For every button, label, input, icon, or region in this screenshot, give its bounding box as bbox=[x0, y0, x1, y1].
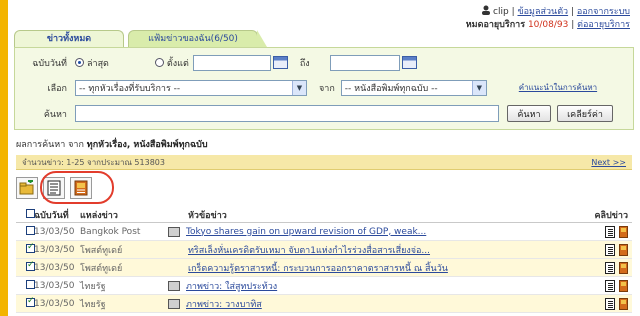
expire-date: 10/08/93 bbox=[527, 20, 569, 30]
user-area: clip | ข้อมูลส่วนตัว | ออกจากระบบ หมดอาย… bbox=[465, 5, 630, 30]
photo-icon bbox=[168, 298, 180, 309]
row-date: 13/03/50 bbox=[34, 262, 75, 273]
from-label: จาก bbox=[319, 83, 335, 94]
folder-add-icon bbox=[19, 180, 34, 195]
news-clip-icon[interactable] bbox=[619, 261, 628, 274]
row-date: 13/03/50 bbox=[34, 280, 75, 291]
photo-icon bbox=[168, 226, 180, 237]
renew-link[interactable]: ต่ออายุบริการ bbox=[577, 20, 630, 30]
since-label: ตั้งแต่ bbox=[166, 58, 189, 69]
latest-radio[interactable] bbox=[75, 58, 84, 67]
chevron-down-icon: ▼ bbox=[292, 80, 306, 95]
table-row: 13/03/50ไทยรัฐภาพข่าว: วางบาทิส bbox=[16, 295, 632, 313]
search-button[interactable]: ค้นหา bbox=[507, 105, 551, 122]
keyword-input[interactable] bbox=[75, 105, 499, 122]
document-icon[interactable] bbox=[605, 243, 615, 256]
document-icon[interactable] bbox=[605, 261, 615, 274]
table-header: ฉบับวันที่ แหล่งข่าว หัวข้อข่าว คลิปข่าว bbox=[16, 207, 632, 223]
latest-label: ล่าสุด bbox=[87, 58, 109, 69]
topic-select[interactable]: -- ทุกหัวเรื่องที่รับบริการ -- ▼ bbox=[75, 79, 307, 96]
select-all-checkbox[interactable] bbox=[26, 208, 35, 218]
document-icon[interactable] bbox=[605, 279, 615, 292]
date-to-input[interactable] bbox=[329, 54, 400, 71]
document-icon[interactable] bbox=[605, 225, 615, 238]
results-table: ฉบับวันที่ แหล่งข่าว หัวข้อข่าว คลิปข่าว… bbox=[16, 207, 632, 313]
document-icon[interactable] bbox=[605, 297, 615, 310]
row-source: โพสต์ทูเดย์ bbox=[80, 245, 123, 256]
table-row: 13/03/50 โพสต์ทูเดย์ ทริสเล็งหั่นเครดิตรับ… bbox=[16, 241, 632, 259]
keyword-row: ค้นหา ค้นหา เคลียร์ค่า bbox=[15, 104, 613, 123]
header-clip: คลิปข่าว bbox=[594, 210, 628, 221]
source-select[interactable]: -- หนังสือพิมพ์ทุกฉบับ -- ▼ bbox=[340, 79, 487, 96]
calendar-icon[interactable] bbox=[401, 56, 417, 69]
date-row: ฉบับวันที่ ล่าสุด ตั้งแต่ ถึง bbox=[15, 53, 417, 72]
results-count: จำนวนข่าว: 1-25 จากประมาณ 513803 bbox=[22, 157, 165, 167]
results-heading-prefix: ผลการค้นหา จาก bbox=[16, 140, 84, 150]
expire-label: หมดอายุบริการ bbox=[465, 20, 526, 30]
results-heading: ผลการค้นหา จาก ทุกหัวเรื่อง, หนังสือพิมพ… bbox=[16, 137, 208, 151]
source-select-value: -- หนังสือพิมพ์ทุกฉบับ -- bbox=[344, 83, 438, 94]
next-page-link[interactable]: Next >> bbox=[591, 158, 626, 167]
filter-row: เลือก -- ทุกหัวเรื่องที่รับบริการ -- ▼ จ… bbox=[15, 78, 597, 97]
row-title-link[interactable]: Tokyo shares gain on upward revision of … bbox=[186, 227, 426, 237]
table-row: 13/03/50 โพสต์ทูเดย์ เกร็ดความรู้ตราสารหนี… bbox=[16, 259, 632, 277]
table-row: 13/03/50 Bangkok Post Tokyo shares gain on… bbox=[16, 223, 632, 241]
row-date: 13/03/50 bbox=[34, 244, 75, 255]
choose-label: เลือก bbox=[47, 83, 67, 94]
to-label: ถึง bbox=[299, 58, 310, 69]
calendar-icon[interactable] bbox=[272, 56, 288, 69]
row-checkbox[interactable] bbox=[26, 260, 35, 271]
row-title-link[interactable]: ภาพข่าว: วางบาทิส bbox=[186, 297, 262, 311]
chevron-down-icon: ▼ bbox=[471, 80, 486, 95]
tab-my-folder[interactable]: แฟ้มข่าวของฉัน(6/50) bbox=[128, 30, 267, 47]
clear-button[interactable]: เคลียร์ค่า bbox=[557, 105, 613, 122]
row-checkbox[interactable] bbox=[26, 225, 35, 235]
photo-icon bbox=[168, 280, 180, 291]
date-label: ฉบับวันที่ bbox=[32, 58, 67, 69]
row-title-link[interactable]: ทริสเล็งหั่นเครดิตรับเหมา จับตา1แห่งกำไร… bbox=[188, 243, 430, 257]
date-from-input[interactable] bbox=[192, 54, 271, 71]
left-accent-bar bbox=[0, 0, 8, 316]
highlight-circle bbox=[40, 171, 114, 204]
news-clip-icon[interactable] bbox=[619, 297, 628, 310]
row-checkbox[interactable] bbox=[26, 242, 35, 253]
results-bar: จำนวนข่าว: 1-25 จากประมาณ 513803 Next >> bbox=[16, 155, 632, 170]
header-date: ฉบับวันที่ bbox=[34, 210, 69, 221]
row-checkbox[interactable] bbox=[26, 279, 35, 289]
table-row: 13/03/50 ไทยรัฐ ภาพข่าว: ใส่สูทประท้วง bbox=[16, 277, 632, 295]
row-date: 13/03/50 bbox=[34, 226, 75, 237]
user-name: clip bbox=[493, 7, 509, 17]
header-source: แหล่งข่าว bbox=[80, 210, 118, 221]
search-help-link[interactable]: คำแนะนำในการค้นหา bbox=[519, 81, 597, 94]
user-icon bbox=[482, 5, 491, 15]
logout-link[interactable]: ออกจากระบบ bbox=[577, 7, 630, 17]
since-radio[interactable] bbox=[154, 58, 164, 67]
results-heading-scope: ทุกหัวเรื่อง, หนังสือพิมพ์ทุกฉบับ bbox=[86, 140, 208, 150]
search-panel: ฉบับวันที่ ล่าสุด ตั้งแต่ ถึง เลือก -- ท… bbox=[14, 47, 634, 130]
news-clip-icon[interactable] bbox=[619, 243, 628, 256]
row-checkbox[interactable] bbox=[26, 296, 35, 307]
row-date: 13/03/50 bbox=[34, 298, 75, 309]
tab-all-news[interactable]: ข่าวทั้งหมด bbox=[14, 30, 124, 47]
row-title-link[interactable]: เกร็ดความรู้ตราสารหนี้: กระบวนการออกราคา… bbox=[188, 261, 448, 275]
header-title: หัวข้อข่าว bbox=[188, 210, 227, 221]
news-clip-icon[interactable] bbox=[619, 279, 628, 292]
row-source: โพสต์ทูเดย์ bbox=[80, 263, 123, 274]
keyword-label: ค้นหา bbox=[43, 109, 67, 120]
account-info-link[interactable]: ข้อมูลส่วนตัว bbox=[517, 7, 568, 17]
add-to-folder-button[interactable] bbox=[16, 177, 38, 199]
news-clip-icon[interactable] bbox=[619, 225, 628, 238]
row-title-link[interactable]: ภาพข่าว: ใส่สูทประท้วง bbox=[186, 279, 277, 293]
topic-select-value: -- ทุกหัวเรื่องที่รับบริการ -- bbox=[79, 83, 181, 94]
